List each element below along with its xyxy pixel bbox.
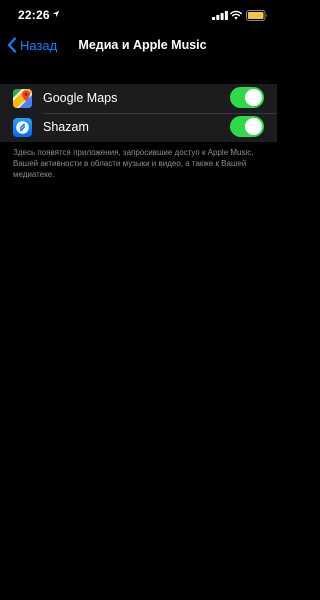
page-title: Медиа и Apple Music <box>78 38 207 52</box>
google-maps-label: Google Maps <box>43 91 118 105</box>
google-maps-icon <box>13 89 32 108</box>
toggle-knob <box>245 89 262 106</box>
shazam-label: Shazam <box>43 120 89 134</box>
status-bar: 22:26 <box>0 0 277 30</box>
list-item-shazam: Shazam <box>0 113 277 142</box>
list-item-google-maps: Google Maps <box>0 84 277 113</box>
shazam-toggle[interactable] <box>230 116 264 137</box>
location-arrow-icon <box>52 10 60 18</box>
status-time: 22:26 <box>18 8 50 22</box>
footer-note: Здесь появятся приложения, запросившие д… <box>13 148 254 179</box>
cellular-signal-icon <box>212 11 228 20</box>
navigation-bar: Назад Медиа и Apple Music <box>0 30 277 60</box>
battery-icon <box>246 10 267 21</box>
shazam-icon <box>13 118 32 137</box>
google-maps-toggle[interactable] <box>230 87 264 108</box>
apps-list: Google Maps Shazam <box>0 84 277 142</box>
wifi-icon <box>230 10 242 20</box>
toggle-knob <box>245 118 262 135</box>
